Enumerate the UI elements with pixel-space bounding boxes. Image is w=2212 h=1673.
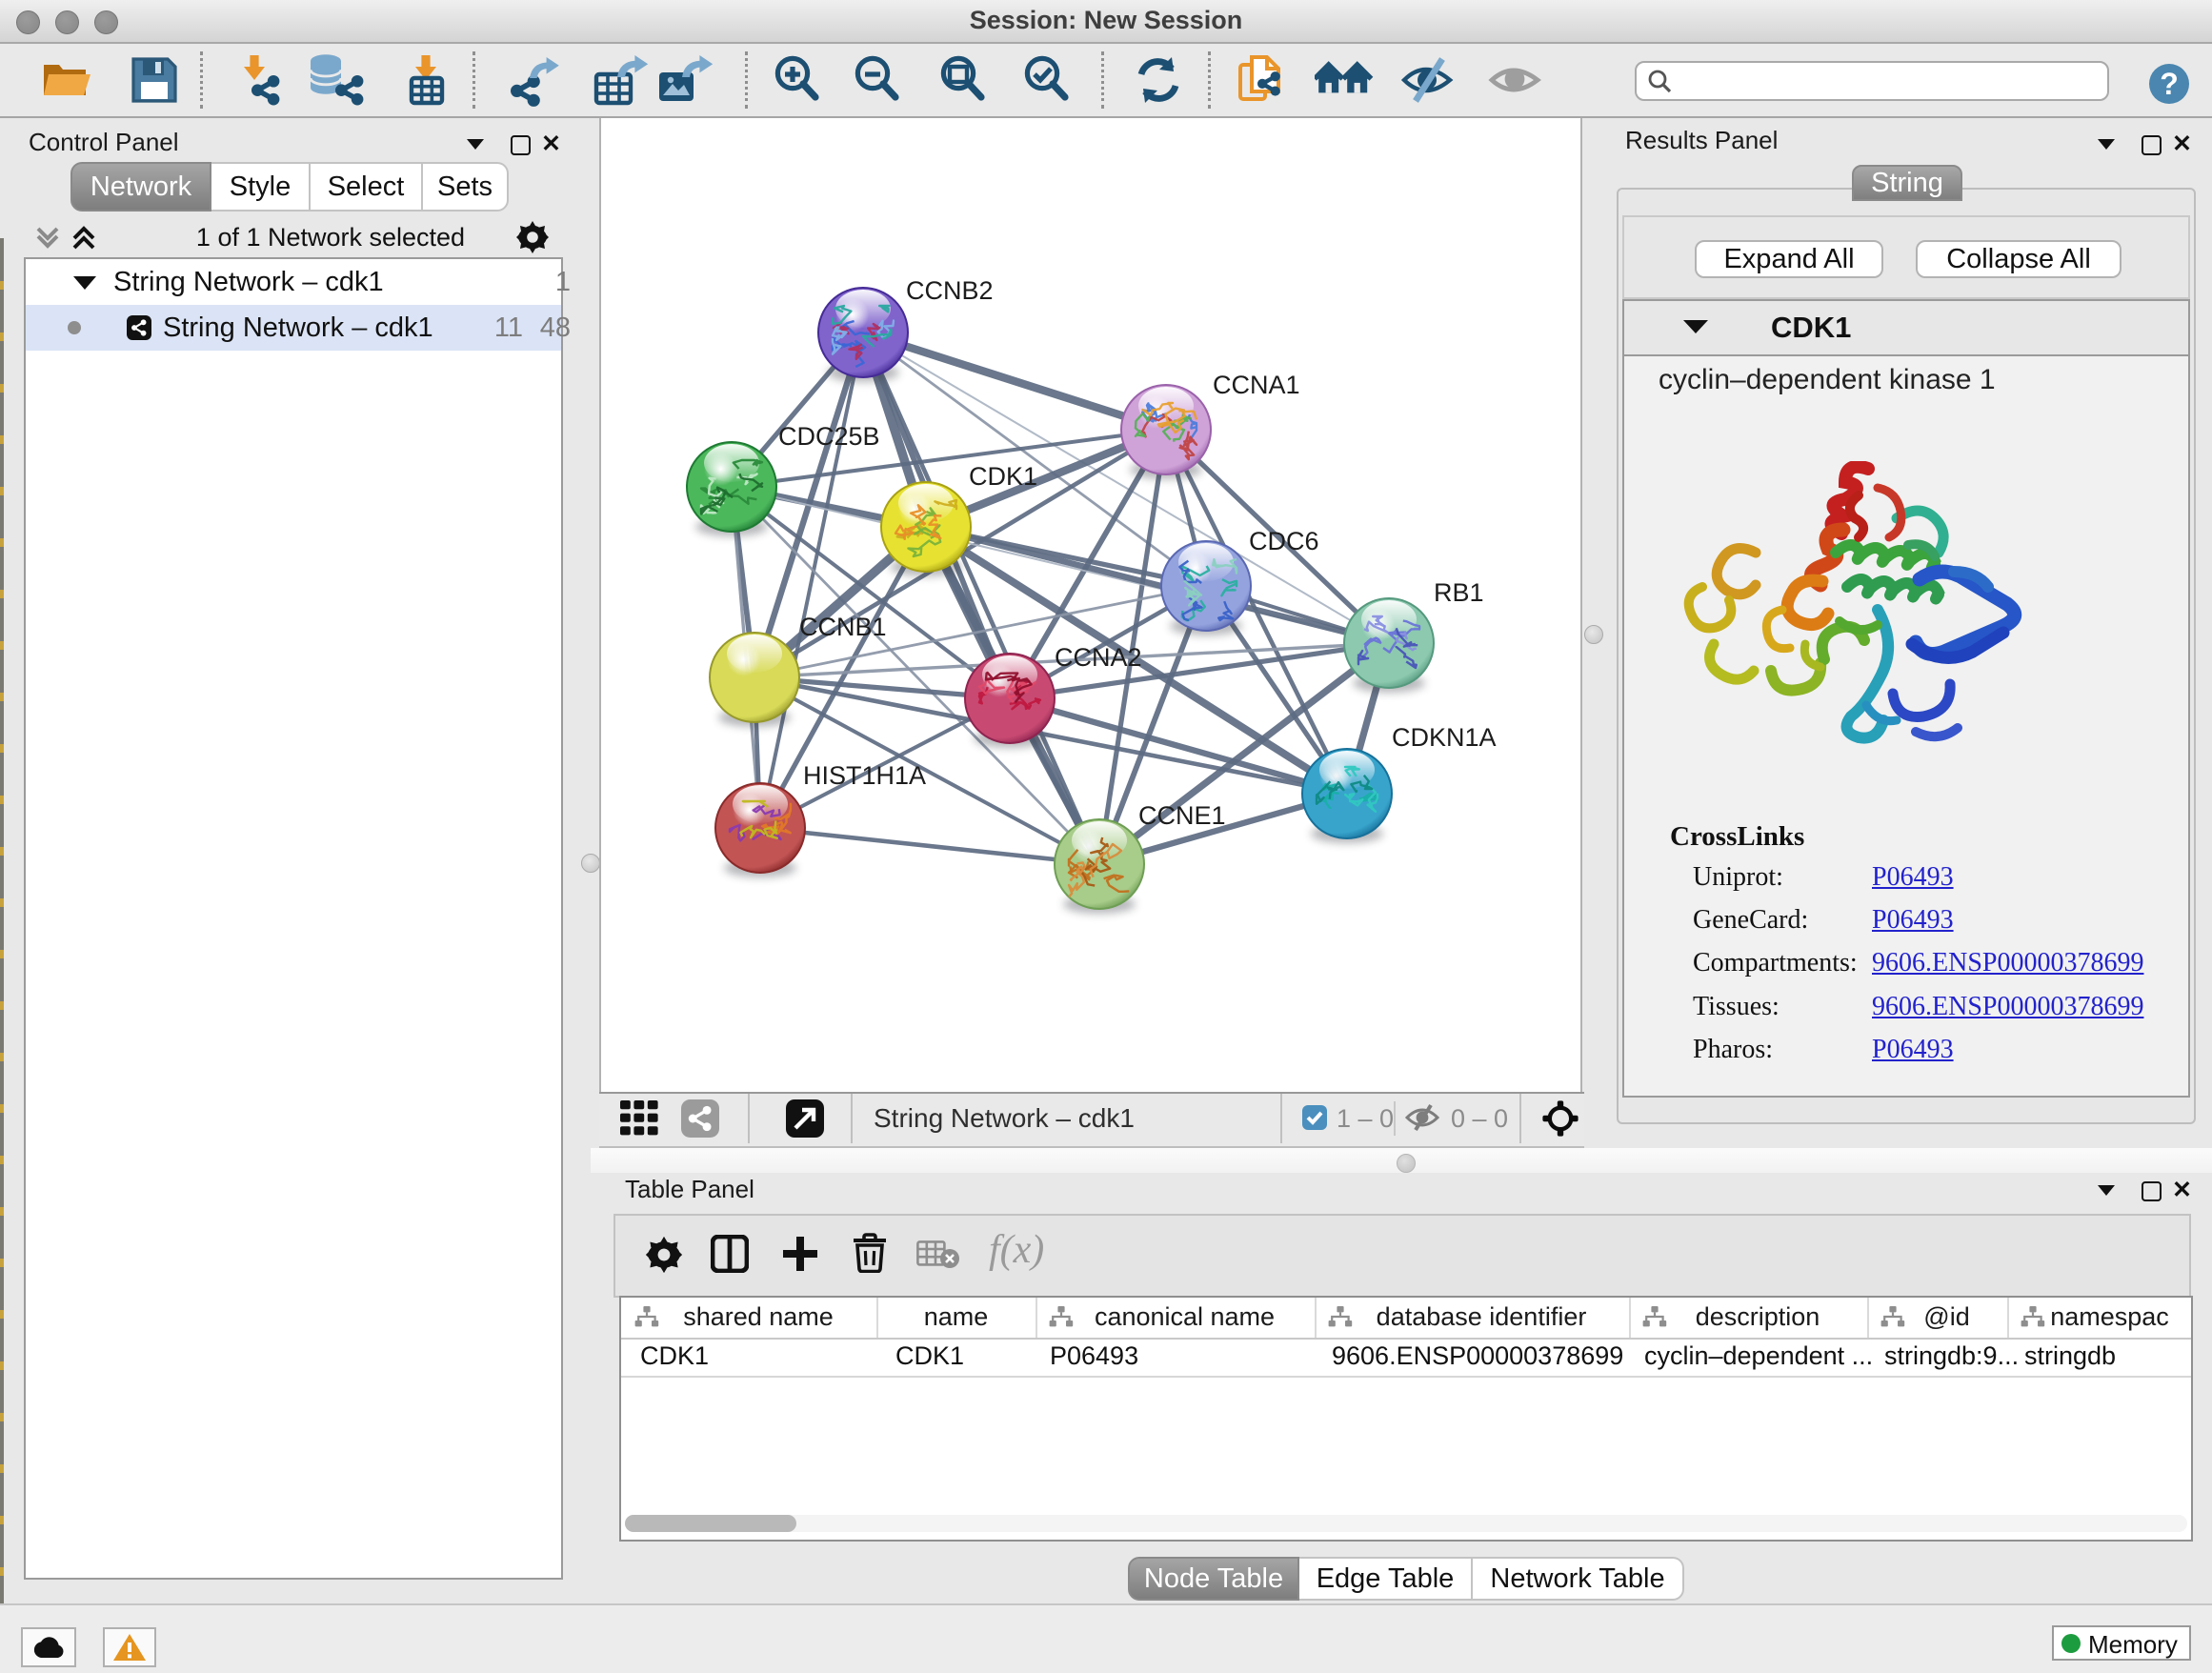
svg-text:CDKN1A: CDKN1A xyxy=(1392,723,1497,752)
svg-text:CDC25B: CDC25B xyxy=(778,422,880,451)
svg-text:CCNB2: CCNB2 xyxy=(906,276,994,305)
svg-text:CDC6: CDC6 xyxy=(1249,527,1319,555)
svg-text:HIST1H1A: HIST1H1A xyxy=(803,761,926,790)
svg-text:CCNB1: CCNB1 xyxy=(799,613,887,641)
svg-text:RB1: RB1 xyxy=(1434,578,1484,607)
svg-text:CCNA2: CCNA2 xyxy=(1055,643,1142,672)
svg-text:CCNE1: CCNE1 xyxy=(1138,801,1226,830)
svg-text:CDK1: CDK1 xyxy=(969,462,1037,491)
svg-text:CCNA1: CCNA1 xyxy=(1213,371,1300,399)
